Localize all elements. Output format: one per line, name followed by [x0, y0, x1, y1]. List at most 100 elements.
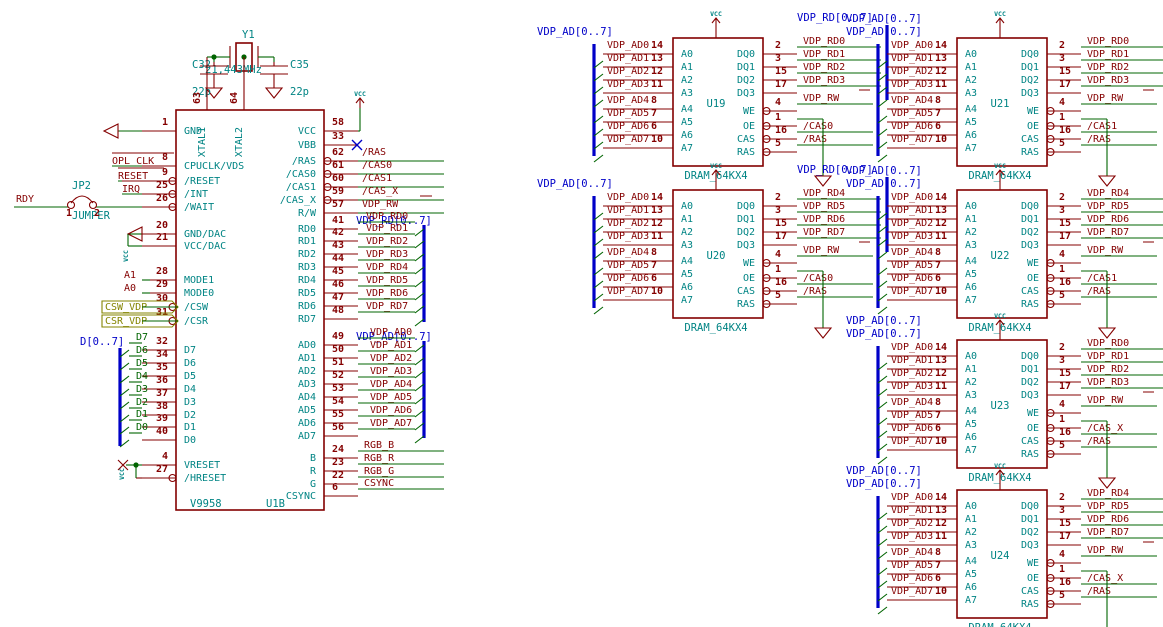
pin-name-AD7: AD7	[298, 431, 316, 442]
net-label-VDP_AD4-U24: VDP_AD4	[891, 547, 933, 558]
dram-pin-number-15-U24: 15	[1059, 518, 1071, 529]
pin-number-9: 9	[162, 167, 168, 178]
dram-pin-name-OE-U19: OE	[743, 121, 755, 132]
addr-bus-entry-7	[593, 306, 604, 315]
vcc-symbol-U19: VCC	[710, 10, 722, 28]
net-label-VDP_AD4-U22: VDP_AD4	[891, 247, 933, 258]
pin-number-46: 46	[332, 279, 344, 290]
junction-vreset	[133, 462, 139, 468]
net-label-VDP_AD2-U20: VDP_AD2	[607, 218, 649, 229]
dram-pin-name-WE-U19: WE	[743, 106, 755, 117]
dram-pin-number-1-U24: 1	[1059, 564, 1065, 575]
dram-value-U24: DRAM_64KX4	[968, 622, 1031, 627]
net-label-VDP_AD3-U21: VDP_AD3	[891, 79, 933, 90]
net-label-VDP_AD1-U19: VDP_AD1	[607, 53, 649, 64]
dram-pin-number-16-U22: 16	[1059, 277, 1071, 288]
dram-pin-number-14: 14	[651, 192, 663, 203]
dram-pin-number-6: 6	[651, 273, 657, 284]
pin-name-D6: D6	[184, 358, 196, 369]
dram-pin-number-10: 10	[651, 286, 663, 297]
pin-name-RESET: /RESET	[184, 176, 220, 187]
net-label-VDP_AD7-U23: VDP_AD7	[891, 436, 933, 447]
dram-pin-number-4-U23: 4	[1059, 399, 1065, 410]
pin-number-37: 37	[156, 388, 168, 399]
dram-pin-name-DQ3-U21: DQ3	[1021, 88, 1039, 99]
dram-pin-name-DQ2-U24: DQ2	[1021, 527, 1039, 538]
dram-pin-number-12: 12	[935, 66, 947, 77]
addr-bus-entry-7	[593, 154, 604, 163]
dram-pin-name-DQ2-U23: DQ2	[1021, 377, 1039, 388]
dram-pin-name-A3: A3	[681, 88, 693, 99]
dram-pin-name-DQ0-U24: DQ0	[1021, 501, 1039, 512]
dram-pin-number-10: 10	[651, 134, 663, 145]
gnd-symbol-U23	[1097, 477, 1117, 489]
net-label-VDP_RD5: VDP_RD5	[366, 275, 408, 286]
jumper-pin2-number: 2	[94, 208, 100, 219]
pin-name-RD5: RD5	[298, 288, 316, 299]
pin-name-VBB: VBB	[298, 140, 316, 151]
dram-pin-number-16-U19: 16	[775, 125, 787, 136]
dram-pin-name-DQ3-U23: DQ3	[1021, 390, 1039, 401]
pin-number-38: 38	[156, 401, 168, 412]
net-label-CASX-U24: /CAS_X	[1087, 573, 1123, 584]
dram-pin-name-RAS-U20: RAS	[737, 299, 755, 310]
hier-label-text: CSW_VDP	[105, 302, 147, 313]
net-label-VDP_AD1-U24: VDP_AD1	[891, 505, 933, 516]
pin-number-64: 64	[229, 92, 240, 104]
dram-pin-number-6: 6	[935, 423, 941, 434]
dram-pin-name-A5: A5	[965, 419, 977, 430]
net-label-VDP_AD0: VDP_AD0	[370, 327, 412, 338]
dram-pin-number-1-U19: 1	[775, 112, 781, 123]
pin-name-MODE0: MODE0	[184, 288, 214, 299]
dram-pin-name-RAS-U21: RAS	[1021, 147, 1039, 158]
net-label-VDP_AD0-U21: VDP_AD0	[891, 40, 933, 51]
net-label-VDP_AD2: VDP_AD2	[370, 353, 412, 364]
dram-pin-name-DQ3-U22: DQ3	[1021, 240, 1039, 251]
dram-pin-name-A3: A3	[965, 540, 977, 551]
dram-pin-name-DQ2-U19: DQ2	[737, 75, 755, 86]
dram-pin-name-CAS-U19: CAS	[737, 134, 755, 145]
pin-name-VCC: VCC	[298, 126, 316, 137]
dram-pin-name-A2: A2	[965, 75, 977, 86]
vcc-label: VCC	[710, 162, 722, 170]
dram-pin-name-DQ0-U22: DQ0	[1021, 201, 1039, 212]
net-label-VDP_RD6: VDP_RD6	[366, 288, 408, 299]
dram-pin-name-A2: A2	[965, 227, 977, 238]
pin-name-RD7: RD7	[298, 314, 316, 325]
dram-pin-number-14: 14	[935, 342, 947, 353]
vcc-label: VCC	[710, 10, 722, 18]
dram-pin-number-8: 8	[935, 95, 941, 106]
pin-number-63: 63	[192, 92, 203, 104]
dram-pin-number-15-U22: 15	[1059, 218, 1071, 229]
schematic-canvas[interactable]: V9958 U1BGND1CPUCLK/VDS8/RESET9/INT25/WAI…	[0, 0, 1163, 627]
dram-pin-number-12: 12	[651, 218, 663, 229]
pin-number-43: 43	[332, 240, 344, 251]
net-label-CAS0-U20: /CAS0	[803, 273, 833, 284]
net-label-VDP_AD4-U19: VDP_AD4	[607, 95, 649, 106]
net-label-VDP_RD6-U20: VDP_RD6	[803, 214, 845, 225]
pin-number-51: 51	[332, 357, 344, 368]
net-label-CAS1: /CAS1	[362, 173, 392, 184]
net-label-VDP_AD5-U24: VDP_AD5	[891, 560, 933, 571]
dram-pin-name-A1: A1	[965, 214, 977, 225]
dram-pin-name-A0: A0	[681, 201, 693, 212]
dram-pin-name-RAS-U22: RAS	[1021, 299, 1039, 310]
net-label-VDP_RD6-U24: VDP_RD6	[1087, 514, 1129, 525]
pin-name-D4: D4	[184, 384, 196, 395]
net-label-VDP_RD4-U20: VDP_RD4	[803, 188, 845, 199]
net-label-VDP_RD6-U22: VDP_RD6	[1087, 214, 1129, 225]
dram-pin-number-1-U22: 1	[1059, 264, 1065, 275]
dram-reference-U22: U22	[991, 250, 1010, 262]
dram-pin-number-8: 8	[651, 247, 657, 258]
net-label-VDP_RD0: VDP_RD0	[366, 211, 408, 222]
gnd-symbol-U20	[813, 327, 833, 339]
dram-pin-name-A3: A3	[965, 88, 977, 99]
pin-name-XTAL2: XTAL2	[234, 127, 245, 157]
dram-pin-name-A4: A4	[965, 406, 977, 417]
dram-pin-name-A5: A5	[681, 117, 693, 128]
pin-name-RD6: RD6	[298, 301, 316, 312]
net-label-VDP_AD1-U23: VDP_AD1	[891, 355, 933, 366]
net-label-VDP_AD4-U20: VDP_AD4	[607, 247, 649, 258]
pin-number-40: 40	[156, 426, 168, 437]
pin-name-CSYNC: CSYNC	[286, 491, 316, 502]
